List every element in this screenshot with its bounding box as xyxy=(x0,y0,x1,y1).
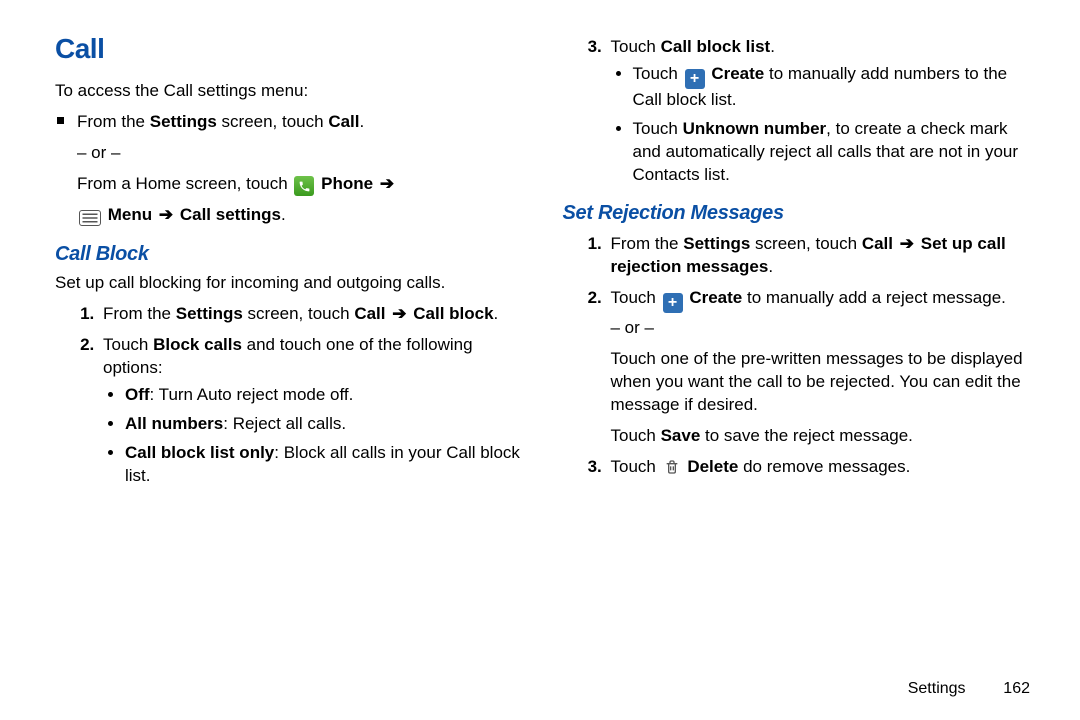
call-block-steps: From the Settings screen, touch Call ➔ C… xyxy=(55,303,523,488)
phone-icon xyxy=(294,176,314,196)
cb-option-all: All numbers: Reject all calls. xyxy=(125,413,523,436)
page-title: Call xyxy=(55,30,523,68)
access-step-2a: From a Home screen, touch Phone ➔ xyxy=(77,173,523,197)
plus-icon: + xyxy=(663,293,683,313)
cb-step-3-sub: Touch + Create to manually add numbers t… xyxy=(611,63,1031,187)
srm2-save: Touch Save to save the reject message. xyxy=(611,425,1031,448)
page-number: 162 xyxy=(990,678,1030,700)
menu-icon xyxy=(79,210,101,226)
srm2-desc: Touch one of the pre-written messages to… xyxy=(611,348,1031,417)
cb-step-1: From the Settings screen, touch Call ➔ C… xyxy=(99,303,523,326)
right-column: Touch Call block list. Touch + Create to… xyxy=(563,30,1031,664)
access-step-1: From the Settings screen, touch Call. xyxy=(77,111,523,134)
plus-icon: + xyxy=(685,69,705,89)
srm-heading: Set Rejection Messages xyxy=(563,200,1031,227)
srm-steps: From the Settings screen, touch Call ➔ S… xyxy=(563,233,1031,478)
cb-step-2: Touch Block calls and touch one of the f… xyxy=(99,334,523,488)
call-block-heading: Call Block xyxy=(55,241,523,268)
cb-option-list-only: Call block list only: Block all calls in… xyxy=(125,442,523,488)
cb3-sub-create: Touch + Create to manually add numbers t… xyxy=(633,63,1031,112)
cb-option-off: Off: Turn Auto reject mode off. xyxy=(125,384,523,407)
cb-step-3: Touch Call block list. Touch + Create to… xyxy=(607,36,1031,186)
cb3-sub-unknown: Touch Unknown number, to create a check … xyxy=(633,118,1031,187)
call-block-intro: Set up call blocking for incoming and ou… xyxy=(55,272,523,295)
intro-text: To access the Call settings menu: xyxy=(55,80,523,103)
access-step-2b: Menu ➔ Call settings. xyxy=(77,204,523,227)
srm-step-3: Touch Delete do remove messages. xyxy=(607,456,1031,479)
srm-step-1: From the Settings screen, touch Call ➔ S… xyxy=(607,233,1031,279)
or-divider-2: – or – xyxy=(611,317,1031,340)
call-block-steps-cont: Touch Call block list. Touch + Create to… xyxy=(563,36,1031,186)
page-footer: Settings 162 xyxy=(55,664,1030,700)
srm-step-2: Touch + Create to manually add a reject … xyxy=(607,287,1031,447)
manual-page: Call To access the Call settings menu: F… xyxy=(0,0,1080,720)
footer-section: Settings xyxy=(908,680,966,697)
or-divider: – or – xyxy=(77,142,523,165)
left-column: Call To access the Call settings menu: F… xyxy=(55,30,523,664)
trash-icon xyxy=(663,457,681,477)
cb-options: Off: Turn Auto reject mode off. All numb… xyxy=(103,384,523,488)
